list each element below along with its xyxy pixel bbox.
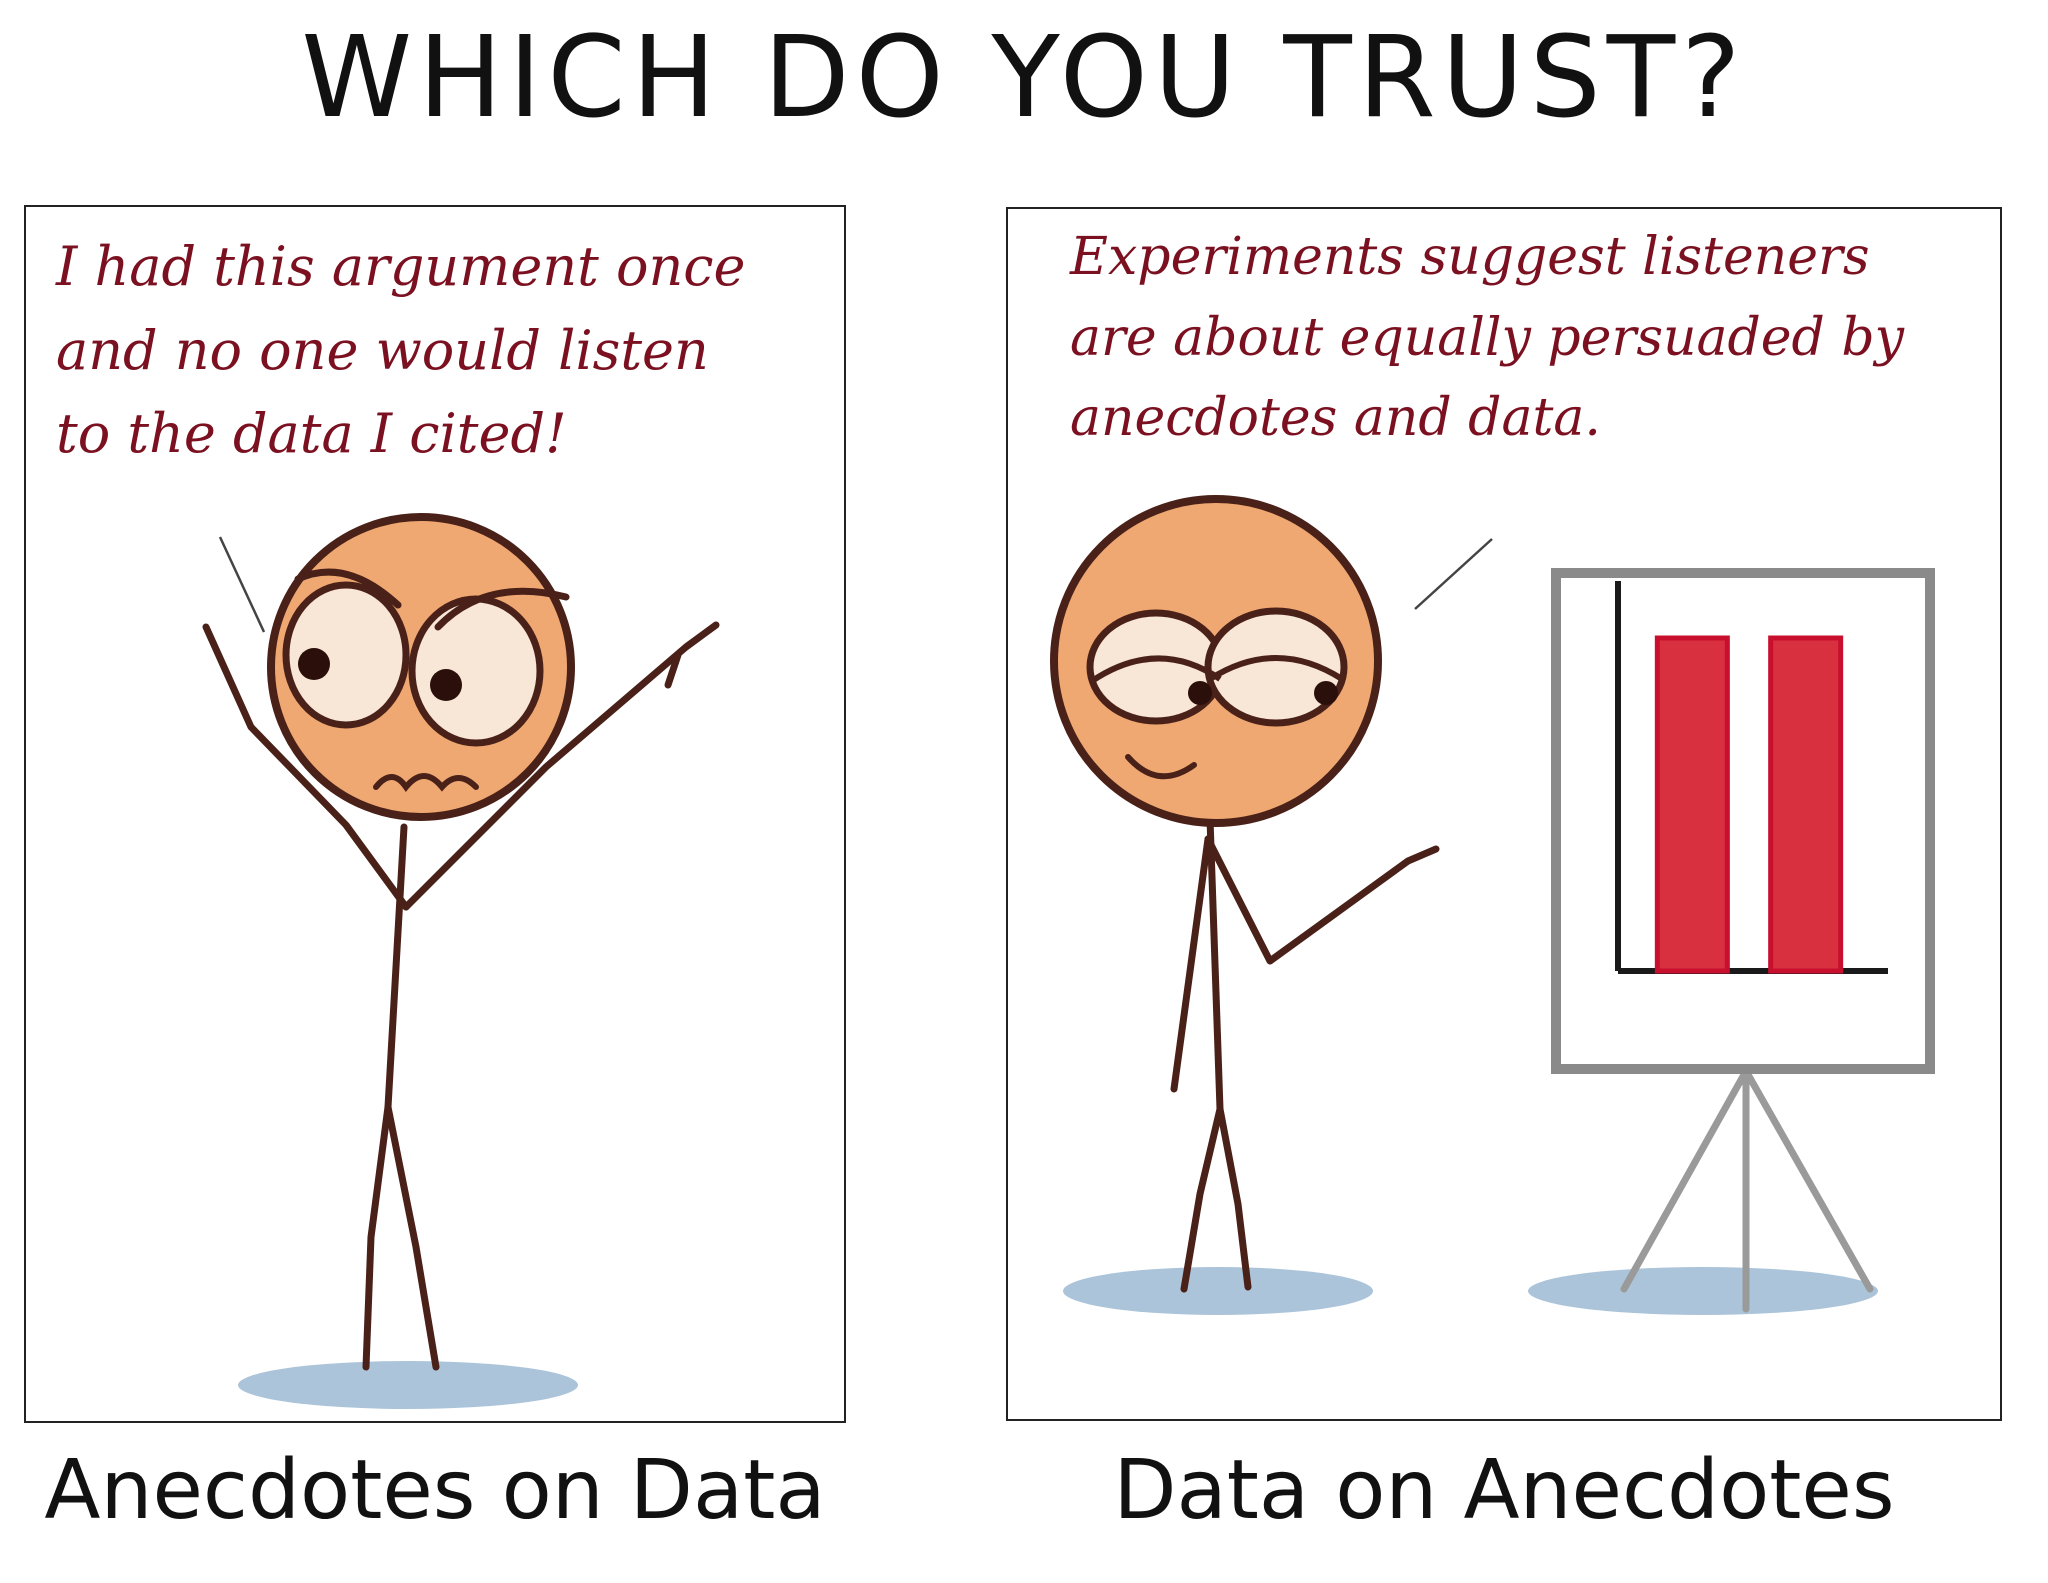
caption-data-on-anecdotes: Data on Anecdotes xyxy=(1113,1443,1895,1538)
right-pupil xyxy=(430,669,462,701)
left-leg xyxy=(362,1103,392,1371)
hanging-arm xyxy=(1170,835,1212,1093)
right-eye xyxy=(408,595,544,747)
presenter-stick-figure-drawing xyxy=(1050,495,1935,1315)
panel-data-on-anecdotes: Experiments suggest listeners are about … xyxy=(1006,207,2002,1421)
torso xyxy=(384,823,408,1111)
left-pupil xyxy=(1188,681,1212,705)
speech-tail xyxy=(218,536,266,633)
pointing-arm xyxy=(1204,835,1440,965)
right-pupil xyxy=(1314,681,1338,705)
right-leg xyxy=(384,1103,440,1371)
ground-shadow xyxy=(1528,1267,1878,1315)
ground-shadow xyxy=(238,1361,578,1409)
easel-leg-right xyxy=(1742,1067,1874,1293)
caption-anecdotes-on-data: Anecdotes on Data xyxy=(44,1443,826,1538)
easel-board xyxy=(1551,568,1935,1074)
left-pupil xyxy=(298,648,330,680)
chart-bar xyxy=(1654,635,1730,974)
frustrated-stick-figure-drawing xyxy=(202,513,720,1409)
speech-tail xyxy=(1414,538,1493,610)
chart-bar xyxy=(1768,635,1844,974)
right-leg xyxy=(1216,1105,1252,1291)
easel-leg-left xyxy=(1620,1067,1750,1293)
ground-shadow xyxy=(1063,1267,1373,1315)
left-leg xyxy=(1180,1105,1224,1293)
comic-title: WHICH DO YOU TRUST? xyxy=(301,13,1747,143)
panel-anecdotes-on-data: I had this argument once and no one woul… xyxy=(24,205,846,1423)
